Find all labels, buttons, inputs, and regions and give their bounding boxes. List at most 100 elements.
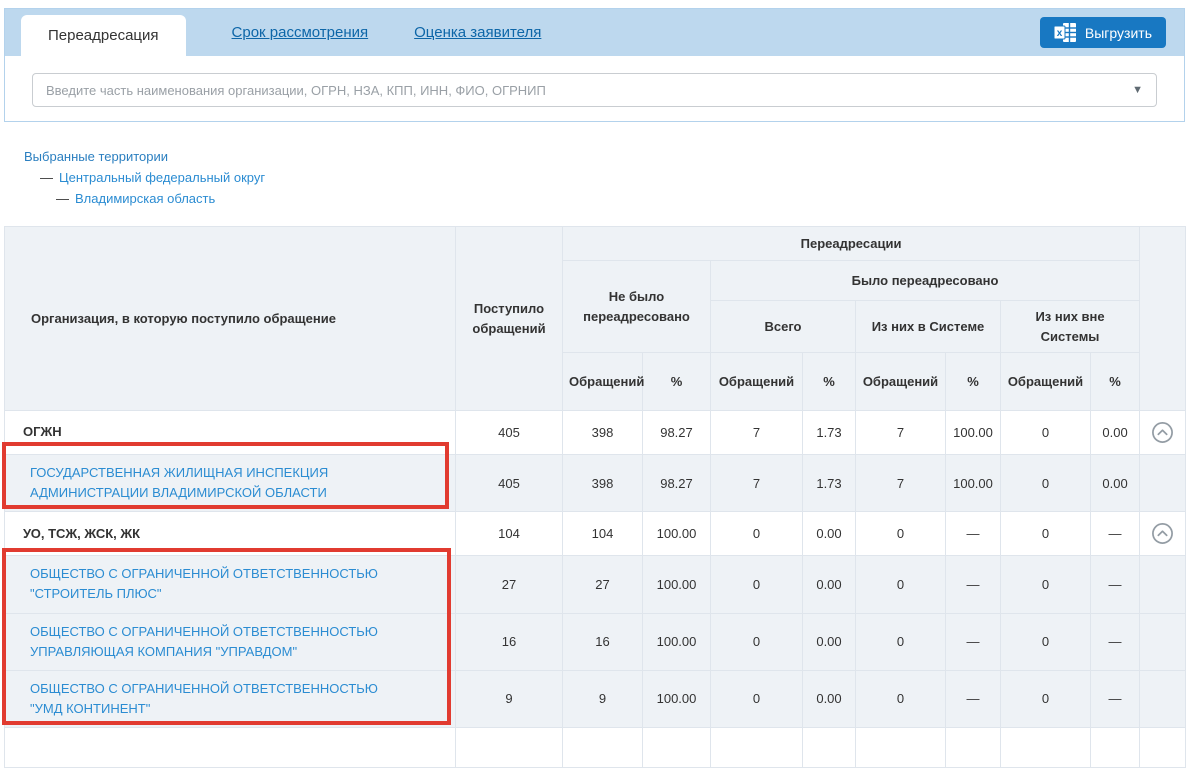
group-label: УО, ТСЖ, ЖСК, ЖК [23,526,140,541]
value-cell [711,728,803,768]
table-row-partial [5,728,1186,768]
organization-link[interactable]: ОБЩЕСТВО С ОГРАНИЧЕННОЙ ОТВЕТСТВЕННОСТЬЮ… [30,624,378,659]
value-cell [1001,728,1091,768]
value-cell: 0 [856,670,946,727]
value-cell: 27 [456,556,563,613]
value-cell: 0 [856,512,946,556]
value-cell: 100.00 [946,455,1001,512]
excel-icon: x [1054,23,1076,42]
export-button[interactable]: x Выгрузить [1040,17,1166,48]
value-cell [803,728,856,768]
value-cell: 100.00 [946,411,1001,455]
value-cell: 7 [856,411,946,455]
svg-text:x: x [1057,28,1063,39]
value-cell [643,728,711,768]
header-appeals: Обращений [563,353,643,411]
value-cell: 9 [563,670,643,727]
organization-cell: ОБЩЕСТВО С ОГРАНИЧЕННОЙ ОТВЕТСТВЕННОСТЬЮ… [5,556,456,613]
value-cell: 0 [1001,512,1091,556]
header-appeals: Обращений [711,353,803,411]
collapse-button-cell[interactable] [1140,512,1186,556]
dash-prefix: — [56,191,69,206]
organization-cell: ОБЩЕСТВО С ОГРАНИЧЕННОЙ ОТВЕТСТВЕННОСТЬЮ… [5,613,456,670]
organization-cell [5,728,456,768]
value-cell: 0 [711,556,803,613]
tab-srok-rassmotreniya[interactable]: Срок рассмотрения [232,24,369,41]
collapse-cell-empty [1140,670,1186,727]
value-cell: 0 [1001,613,1091,670]
org-search-input[interactable] [46,83,1132,98]
header-collapse-column [1140,227,1186,411]
value-cell: — [1091,556,1140,613]
value-cell: 405 [456,455,563,512]
export-button-label: Выгрузить [1085,25,1152,41]
statistics-table: Организация, в которую поступило обращен… [4,226,1186,768]
organization-link[interactable]: ГОСУДАРСТВЕННАЯ ЖИЛИЩНАЯ ИНСПЕКЦИЯ АДМИН… [30,465,328,500]
value-cell: 100.00 [643,670,711,727]
header-out-of-system: Из них вне Системы [1001,301,1140,353]
chevron-down-icon[interactable]: ▼ [1132,85,1143,96]
header-appeals: Обращений [1001,353,1091,411]
value-cell [1140,728,1186,768]
value-cell: 16 [456,613,563,670]
header-organization: Организация, в которую поступило обращен… [5,227,456,411]
value-cell [856,728,946,768]
header-redirected: Было переадресовано [711,261,1140,301]
value-cell: 100.00 [643,613,711,670]
value-cell: 0 [711,670,803,727]
organization-link[interactable]: ОБЩЕСТВО С ОГРАНИЧЕННОЙ ОТВЕТСТВЕННОСТЬЮ… [30,681,378,716]
table-row: ОГЖН40539898.2771.737100.0000.00 [5,411,1186,455]
header-total: Всего [711,301,856,353]
territory-link-cfo[interactable]: Центральный федеральный округ [59,170,265,185]
value-cell: 16 [563,613,643,670]
tab-label: Переадресация [48,27,159,44]
collapse-cell-empty [1140,556,1186,613]
value-cell: 98.27 [643,411,711,455]
chevron-up-circle-icon [1151,421,1174,444]
value-cell [456,728,563,768]
value-cell [563,728,643,768]
value-cell: 7 [711,455,803,512]
statistics-table-wrap: Организация, в которую поступило обращен… [4,226,1185,768]
collapse-cell-empty [1140,613,1186,670]
value-cell: 1.73 [803,455,856,512]
value-cell: 27 [563,556,643,613]
organization-cell: ОБЩЕСТВО С ОГРАНИЧЕННОЙ ОТВЕТСТВЕННОСТЬЮ… [5,670,456,727]
value-cell: — [946,512,1001,556]
organization-cell: УО, ТСЖ, ЖСК, ЖК [5,512,456,556]
organization-cell: ГОСУДАРСТВЕННАЯ ЖИЛИЩНАЯ ИНСПЕКЦИЯ АДМИН… [5,455,456,512]
table-row: ОБЩЕСТВО С ОГРАНИЧЕННОЙ ОТВЕТСТВЕННОСТЬЮ… [5,556,1186,613]
value-cell: 7 [711,411,803,455]
territory-link-vladimir[interactable]: Владимирская область [75,191,215,206]
value-cell: — [946,556,1001,613]
value-cell: — [1091,512,1140,556]
value-cell: 0.00 [803,512,856,556]
table-body: ОГЖН40539898.2771.737100.0000.00ГОСУДАРС… [5,411,1186,768]
header-in-system: Из них в Системе [856,301,1001,353]
value-cell: 0.00 [1091,455,1140,512]
value-cell: 100.00 [643,512,711,556]
header-percent: % [1091,353,1140,411]
value-cell: 7 [856,455,946,512]
search-row: ▼ [5,56,1184,107]
organization-cell: ОГЖН [5,411,456,455]
value-cell: — [946,670,1001,727]
tab-bar: Переадресация Срок рассмотрения Оценка з… [5,9,1184,56]
tab-ocenka-zayavitelya[interactable]: Оценка заявителя [414,24,541,41]
organization-link[interactable]: ОБЩЕСТВО С ОГРАНИЧЕННОЙ ОТВЕТСТВЕННОСТЬЮ… [30,566,378,601]
territory-item: — Владимирская область [56,191,265,206]
value-cell: 0 [711,613,803,670]
table-row: ОБЩЕСТВО С ОГРАНИЧЕННОЙ ОТВЕТСТВЕННОСТЬЮ… [5,613,1186,670]
header-percent: % [643,353,711,411]
value-cell: 104 [456,512,563,556]
collapse-button-cell[interactable] [1140,411,1186,455]
selected-territories: Выбранные территории —Центральный федера… [24,149,265,206]
value-cell: 1.73 [803,411,856,455]
header-appeals: Обращений [856,353,946,411]
value-cell: 398 [563,411,643,455]
tab-pereadresaciya[interactable]: Переадресация [21,15,186,56]
org-search-combobox[interactable]: ▼ [32,73,1157,107]
value-cell: 0 [711,512,803,556]
collapse-cell-empty [1140,455,1186,512]
header-percent: % [946,353,1001,411]
